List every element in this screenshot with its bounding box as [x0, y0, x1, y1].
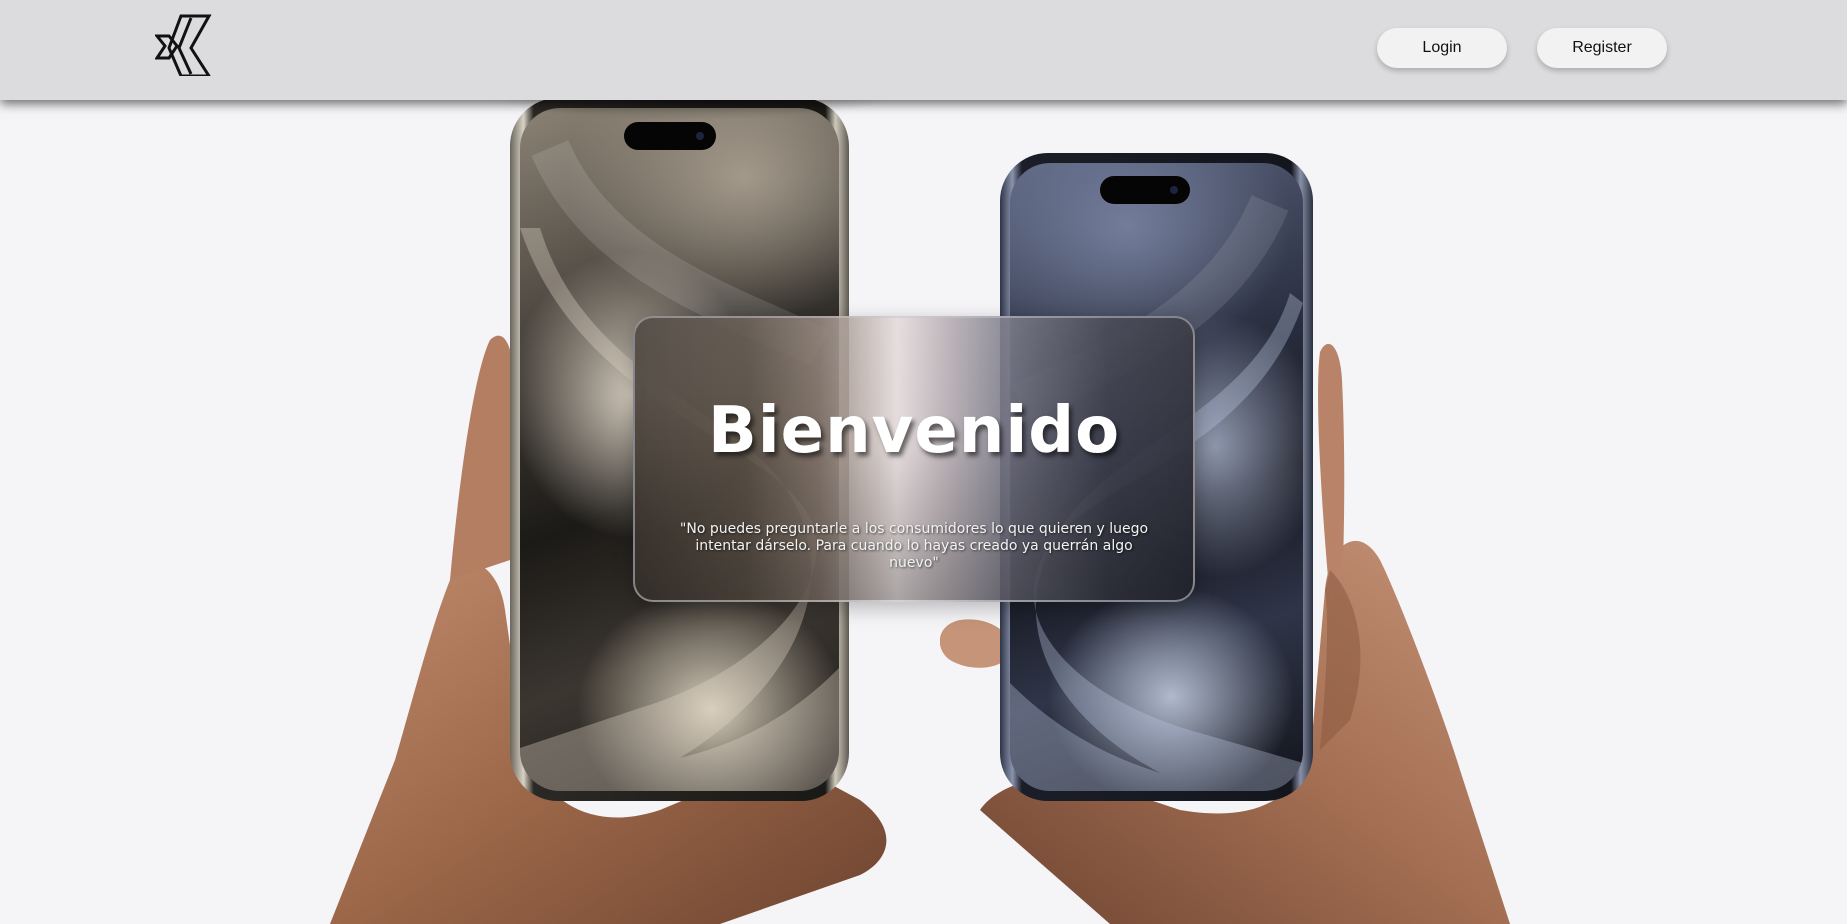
- welcome-title: Bienvenido: [707, 394, 1121, 468]
- welcome-quote: "No puedes preguntarle a los consumidore…: [679, 521, 1149, 571]
- dynamic-island: [1100, 176, 1190, 204]
- welcome-card: Bienvenido "No puedes preguntarle a los …: [633, 316, 1195, 602]
- camera-dot: [696, 132, 704, 140]
- top-navbar: Login Register: [0, 0, 1847, 100]
- register-button[interactable]: Register: [1537, 28, 1667, 68]
- landing-page: Bienvenido "No puedes preguntarle a los …: [0, 0, 1847, 924]
- camera-dot: [1170, 186, 1178, 194]
- brand-logo-icon[interactable]: [155, 14, 217, 76]
- dynamic-island: [624, 122, 716, 150]
- login-button[interactable]: Login: [1377, 28, 1507, 68]
